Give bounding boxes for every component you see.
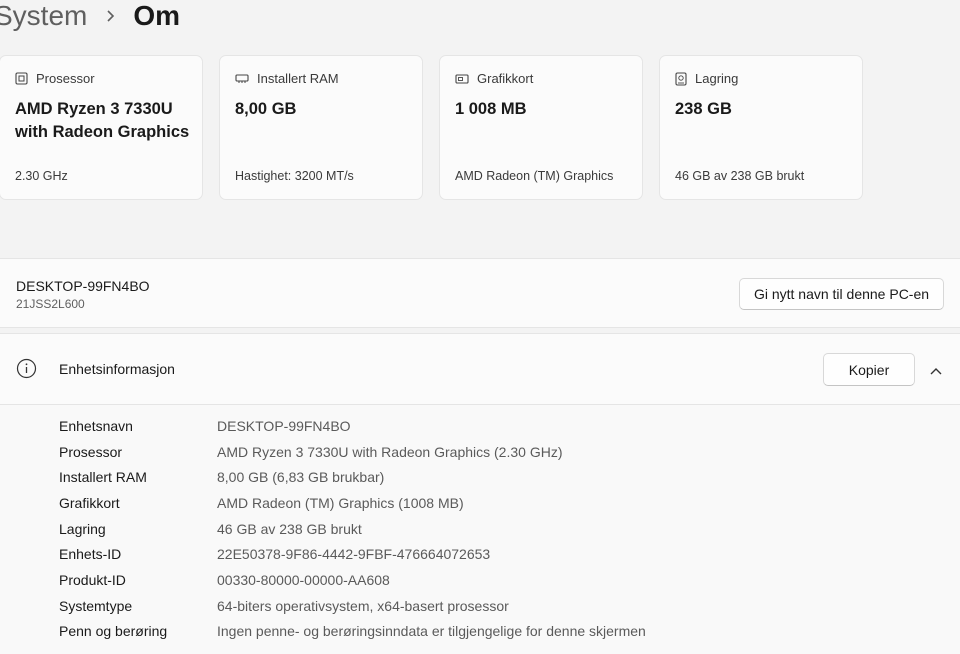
storage-icon	[675, 71, 687, 86]
spec-label: Produkt-ID	[59, 572, 126, 588]
spec-label: Prosessor	[59, 444, 123, 460]
graphics-card: Grafikkort 1 008 MB AMD Radeon (TM) Grap…	[439, 55, 643, 200]
info-icon	[16, 358, 37, 384]
card-subtext: 2.30 GHz	[15, 169, 68, 183]
device-info-header[interactable]: Enhetsinformasjon Kopier	[0, 334, 960, 405]
ram-icon	[235, 73, 249, 85]
breadcrumb-system[interactable]: System	[0, 0, 87, 32]
spec-value: 22E50378-9F86-4442-9FBF-476664072653	[217, 546, 491, 562]
card-label: Lagring	[695, 71, 739, 86]
spec-value: DESKTOP-99FN4BO	[217, 418, 351, 434]
spec-label: Systemtype	[59, 598, 133, 614]
card-subtext: 46 GB av 238 GB brukt	[675, 169, 805, 183]
device-info-panel: Enhetsinformasjon Kopier Enhetsnavn DESK…	[0, 333, 960, 654]
device-info-title: Enhetsinformasjon	[59, 361, 175, 377]
rename-pc-button[interactable]: Gi nytt navn til denne PC-en	[739, 278, 944, 310]
spec-label: Installert RAM	[59, 469, 147, 485]
spec-label: Grafikkort	[59, 495, 120, 511]
card-value: AMD Ryzen 3 7330U with Radeon Graphics	[15, 100, 190, 141]
card-subtext: AMD Radeon (TM) Graphics	[455, 169, 614, 183]
chevron-up-icon[interactable]	[929, 363, 943, 381]
spec-value: 00330-80000-00000-AA608	[217, 572, 390, 588]
card-value: 8,00 GB	[235, 100, 297, 118]
card-label: Grafikkort	[477, 71, 534, 86]
spec-value: AMD Radeon (TM) Graphics (1008 MB)	[217, 495, 464, 511]
card-value: 1 008 MB	[455, 100, 527, 118]
spec-value: 8,00 GB (6,83 GB brukbar)	[217, 469, 385, 485]
spec-label: Lagring	[59, 521, 106, 537]
page-title: Om	[133, 0, 181, 31]
card-label: Installert RAM	[257, 71, 339, 86]
spec-label: Penn og berøring	[59, 623, 168, 639]
spec-value: Ingen penne- og berøringsinndata er tilg…	[217, 623, 646, 639]
processor-icon	[15, 72, 28, 85]
copy-button[interactable]: Kopier	[823, 353, 915, 386]
spec-label: Enhets-ID	[59, 546, 122, 562]
spec-value: AMD Ryzen 3 7330U with Radeon Graphics (…	[217, 444, 563, 460]
card-subtext: Hastighet: 3200 MT/s	[235, 169, 354, 183]
graphics-card-icon	[455, 73, 469, 85]
spec-label: Enhetsnavn	[59, 418, 133, 434]
breadcrumb: System Om	[0, 0, 180, 38]
device-model: 21JSS2L600	[16, 297, 85, 311]
chevron-right-icon	[105, 9, 115, 23]
storage-card: Lagring 238 GB 46 GB av 238 GB brukt	[659, 55, 863, 200]
spec-value: 64-biters operativsystem, x64-basert pro…	[217, 598, 509, 614]
device-name: DESKTOP-99FN4BO	[16, 278, 150, 294]
ram-card: Installert RAM 8,00 GB Hastighet: 3200 M…	[219, 55, 423, 200]
processor-card: Prosessor AMD Ryzen 3 7330U with Radeon …	[0, 55, 203, 200]
card-value: 238 GB	[675, 100, 732, 118]
spec-value: 46 GB av 238 GB brukt	[217, 521, 362, 537]
card-label: Prosessor	[36, 71, 95, 86]
